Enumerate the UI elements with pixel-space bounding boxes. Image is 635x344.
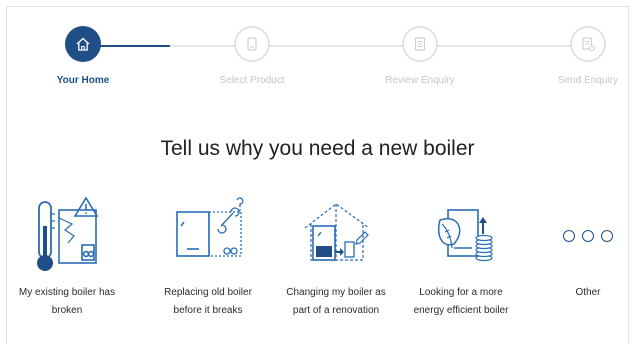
step-label: Send Enquiry (557, 75, 619, 86)
efficient-boiler-icon (438, 209, 493, 262)
boiler-icon (247, 37, 257, 51)
option-caption: Looking for a more energy efficient boil… (413, 287, 509, 316)
option-energy-efficient[interactable]: Looking for a more energy efficient boil… (401, 196, 521, 320)
option-renovation[interactable]: Changing my boiler as part of a renovati… (276, 196, 396, 320)
page-title: Tell us why you need a new boiler (160, 137, 475, 160)
broken-boiler-icon (37, 196, 99, 271)
option-caption: My existing boiler has broken (18, 287, 116, 316)
step-select-product[interactable]: Select Product (192, 26, 312, 86)
option-caption: Other (575, 287, 601, 298)
more-dots-icon (543, 196, 633, 276)
step-your-home[interactable]: Your Home (23, 26, 143, 86)
replace-boiler-icon (176, 197, 244, 257)
option-boiler-broken[interactable]: My existing boiler has broken (7, 196, 127, 320)
step-label: Your Home (56, 75, 110, 86)
progress-stepper: Your Home Select Product Review Enquiry (0, 0, 635, 100)
step-send-enquiry[interactable]: Send Enquiry (528, 26, 635, 86)
option-other[interactable]: Other (528, 196, 635, 302)
send-document-icon (582, 37, 596, 52)
renovation-icon (304, 203, 370, 261)
step-label: Review Enquiry (385, 75, 455, 86)
option-caption: Replacing old boiler before it breaks (164, 287, 252, 316)
step-label: Select Product (219, 75, 285, 86)
document-icon (414, 37, 426, 51)
step-review-enquiry[interactable]: Review Enquiry (360, 26, 480, 86)
option-caption: Changing my boiler as part of a renovati… (286, 287, 386, 316)
house-icon (76, 37, 90, 51)
option-replace-old-boiler[interactable]: Replacing old boiler before it breaks (148, 196, 268, 320)
